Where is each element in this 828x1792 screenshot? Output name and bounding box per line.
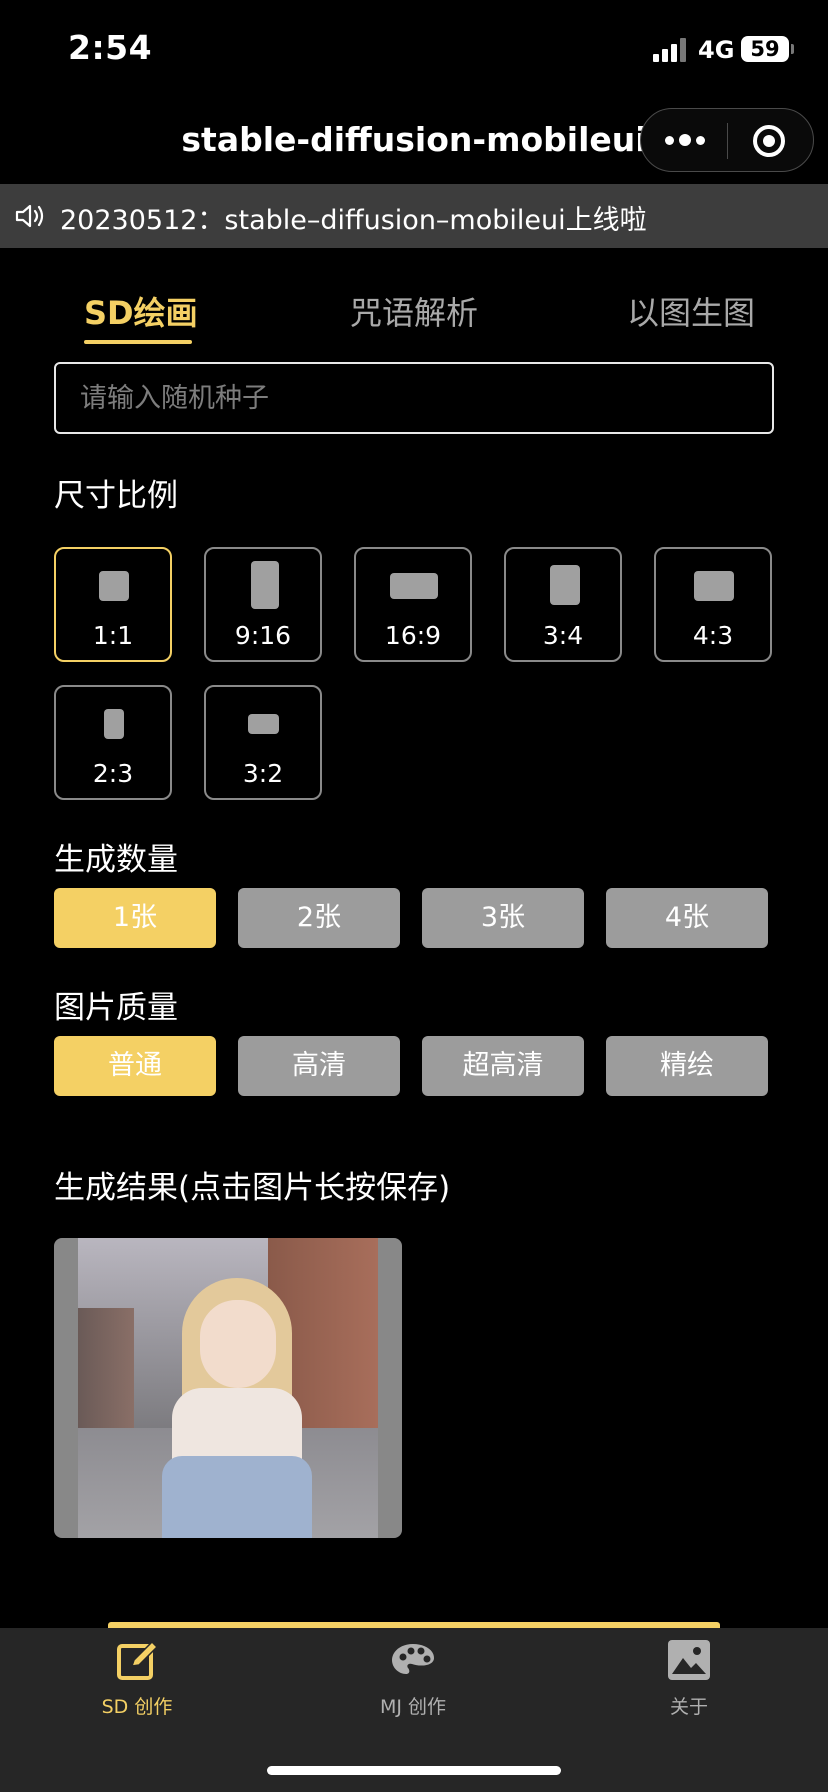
tabbar-label: MJ 创作 [379, 1696, 447, 1718]
quality-option-fine[interactable]: 精绘 [606, 1036, 768, 1096]
mini-program-capsule [640, 108, 814, 172]
ratio-label: 3:4 [542, 621, 584, 650]
ratio-shape-icon [104, 709, 124, 739]
title-bar: stable-diffusion-mobileui [0, 100, 828, 184]
tab-prompt-analysis[interactable]: 咒语解析 [350, 288, 478, 334]
ratio-shape-icon [251, 561, 279, 609]
ratio-label: 9:16 [234, 621, 292, 650]
quality-section-label: 图片质量 [54, 990, 178, 1026]
ratio-option-9-16[interactable]: 9:16 [204, 547, 322, 662]
ratio-shape-icon [694, 571, 734, 601]
ratio-shape-icon [550, 565, 580, 605]
ratio-label: 3:2 [242, 759, 284, 788]
status-time: 2:54 [68, 28, 153, 67]
ratio-label: 1:1 [92, 621, 134, 650]
notice-text: 20230512：stable–diffusion–mobileui上线啦 [60, 205, 647, 236]
home-indicator [267, 1766, 561, 1775]
close-target-icon[interactable] [753, 125, 785, 157]
ratio-section-label: 尺寸比例 [54, 478, 178, 514]
quality-option-hd[interactable]: 高清 [238, 1036, 400, 1096]
ratio-option-3-2[interactable]: 3:2 [204, 685, 322, 800]
notice-bar: 20230512：stable–diffusion–mobileui上线啦 [0, 184, 828, 248]
quality-option-normal[interactable]: 普通 [54, 1036, 216, 1096]
count-option-1[interactable]: 1张 [54, 888, 216, 948]
tabbar-mj-create[interactable]: MJ 创作 [333, 1638, 493, 1719]
ratio-option-16-9[interactable]: 16:9 [354, 547, 472, 662]
tabbar-about[interactable]: 关于 [609, 1638, 769, 1719]
palette-icon [392, 1644, 434, 1674]
result-section-label: 生成结果(点击图片长按保存) [54, 1170, 451, 1206]
ratio-option-4-3[interactable]: 4:3 [654, 547, 772, 662]
ratio-option-1-1[interactable]: 1:1 [54, 547, 172, 662]
capsule-divider [727, 123, 728, 159]
mode-tabs: SD绘画 咒语解析 以图生图 [0, 270, 828, 350]
tab-image-to-image[interactable]: 以图生图 [627, 288, 755, 334]
tabbar-sd-create[interactable]: SD 创作 [57, 1638, 217, 1719]
battery-icon: 59 [741, 36, 789, 62]
signal-icon [653, 38, 687, 62]
ratio-option-2-3[interactable]: 2:3 [54, 685, 172, 800]
image-icon [668, 1640, 710, 1680]
ratio-shape-icon [390, 573, 438, 599]
quality-option-uhd[interactable]: 超高清 [422, 1036, 584, 1096]
tab-sd-drawing[interactable]: SD绘画 [84, 288, 198, 334]
ratio-option-3-4[interactable]: 3:4 [504, 547, 622, 662]
edit-icon [117, 1640, 159, 1680]
count-section-label: 生成数量 [54, 842, 178, 878]
ratio-label: 16:9 [384, 621, 442, 650]
generated-image-content [78, 1238, 378, 1538]
ratio-label: 2:3 [92, 759, 134, 788]
ratio-label: 4:3 [692, 621, 734, 650]
network-label: 4G [698, 36, 735, 64]
status-bar: 2:54 4G 59 [0, 0, 828, 100]
tabbar-label: 关于 [669, 1696, 708, 1718]
seed-input[interactable] [54, 362, 774, 434]
ratio-shape-icon [99, 571, 129, 601]
battery-tip [791, 44, 794, 54]
count-option-3[interactable]: 3张 [422, 888, 584, 948]
speaker-icon [15, 204, 44, 228]
count-option-4[interactable]: 4张 [606, 888, 768, 948]
tabbar-label: SD 创作 [101, 1696, 173, 1718]
ratio-shape-icon [248, 714, 279, 734]
result-image[interactable] [54, 1238, 402, 1538]
count-option-2[interactable]: 2张 [238, 888, 400, 948]
more-icon[interactable] [665, 131, 705, 151]
tab-underline [84, 340, 192, 344]
